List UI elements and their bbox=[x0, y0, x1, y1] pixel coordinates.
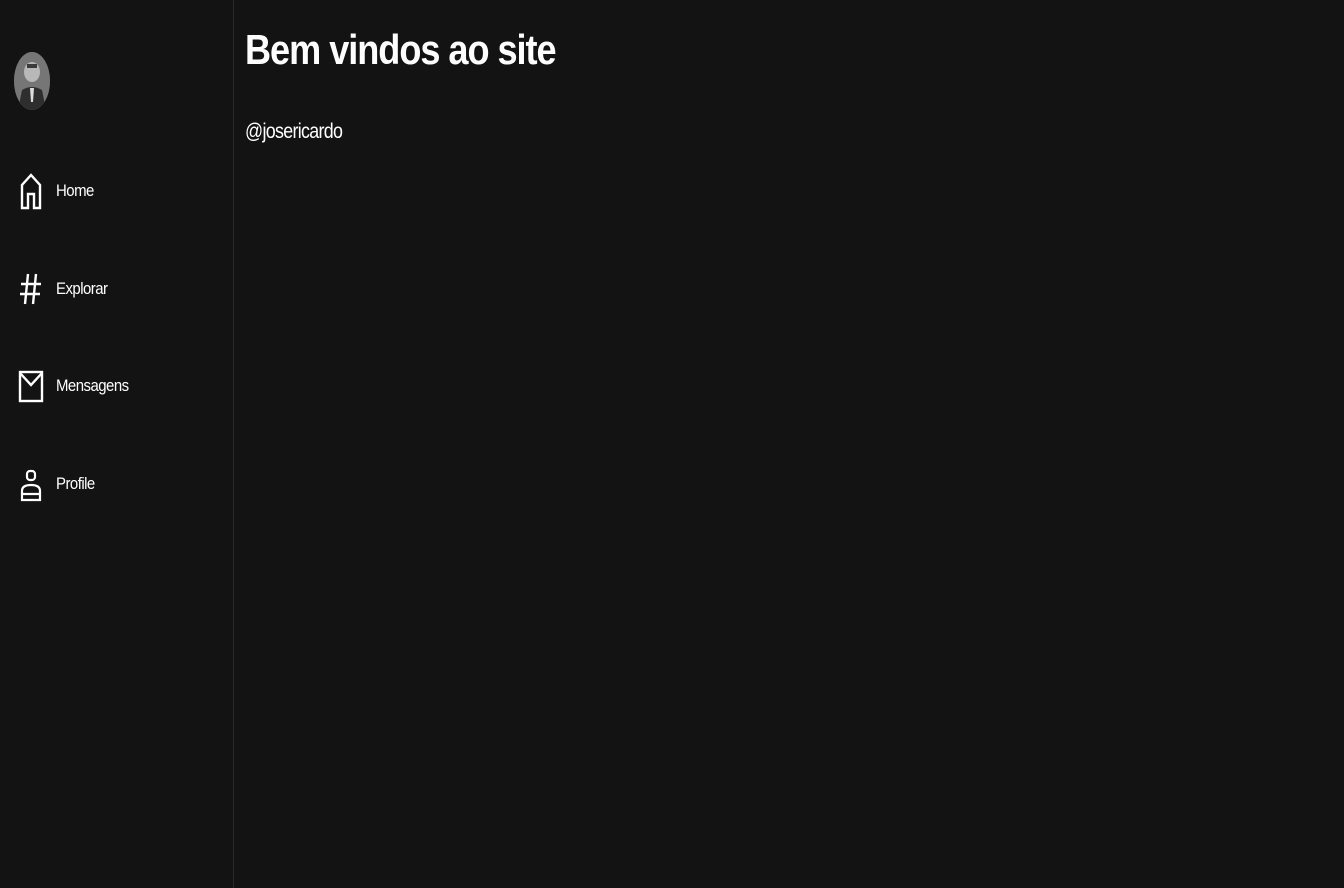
sidebar-item-label: Profile bbox=[56, 474, 95, 493]
sidebar-item-profile[interactable]: Profile bbox=[16, 464, 100, 504]
mail-icon bbox=[16, 366, 46, 406]
user-icon bbox=[16, 464, 46, 504]
sidebar-item-label: Mensagens bbox=[56, 376, 129, 395]
sidebar-item-explorar[interactable]: Explorar bbox=[16, 269, 115, 309]
sidebar: Home Explorar Mensagens Profile bbox=[0, 0, 234, 888]
avatar-image bbox=[14, 52, 50, 110]
username-handle: @josericardo bbox=[245, 120, 343, 143]
page-title: Bem vindos ao site bbox=[245, 26, 557, 73]
sidebar-item-label: Explorar bbox=[56, 279, 108, 298]
app: Home Explorar Mensagens Profile Bem vind… bbox=[0, 0, 1344, 888]
avatar[interactable] bbox=[14, 52, 50, 110]
hashtag-icon bbox=[16, 269, 46, 309]
sidebar-item-home[interactable]: Home bbox=[16, 171, 99, 211]
home-icon bbox=[16, 171, 46, 211]
sidebar-item-label: Home bbox=[56, 181, 94, 200]
sidebar-item-mensagens[interactable]: Mensagens bbox=[16, 366, 139, 406]
